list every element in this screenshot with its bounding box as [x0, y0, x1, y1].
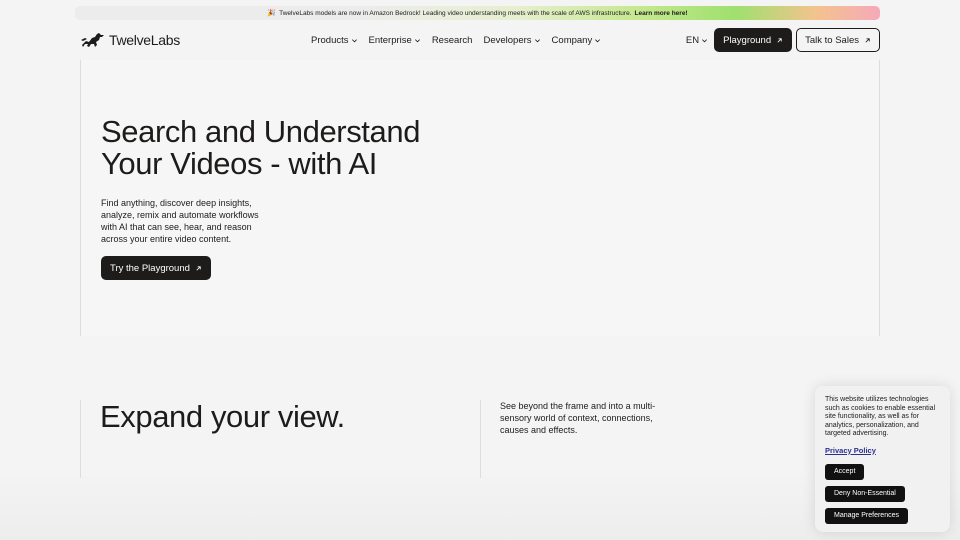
announcement-bar[interactable]: 🎉 TwelveLabs models are now in Amazon Be…	[75, 6, 880, 20]
brand-name: TwelveLabs	[109, 32, 180, 48]
announcement-link[interactable]: Learn more here!	[635, 10, 688, 17]
page: 🎉 TwelveLabs models are now in Amazon Be…	[0, 0, 960, 540]
arrow-up-right-icon	[196, 265, 201, 271]
hero-title: Search and Understand Your Videos - with…	[101, 116, 461, 180]
language-selector[interactable]: EN	[686, 35, 708, 46]
chevron-down-icon	[595, 38, 601, 42]
menu-item-label: Products	[311, 34, 349, 46]
nav-actions: EN Playground Talk to Sales	[686, 28, 880, 52]
expand-description: See beyond the frame and into a multi-se…	[500, 401, 656, 435]
menu-item-company[interactable]: Company	[552, 35, 602, 46]
chevron-down-icon	[414, 38, 420, 42]
hero-title-line-2: Your Videos - with AI	[101, 146, 377, 181]
hero-description: Find anything, discover deep insights, a…	[101, 198, 259, 244]
arrow-up-right-icon	[777, 37, 782, 43]
manage-preferences-button[interactable]: Manage Preferences	[825, 507, 908, 524]
hero-section: Search and Understand Your Videos - with…	[80, 60, 880, 336]
deny-non-essential-button[interactable]: Deny Non-Essential	[825, 485, 905, 502]
playground-button-label: Playground	[723, 34, 772, 46]
section-divider	[80, 400, 81, 478]
menu-item-products[interactable]: Products	[311, 35, 358, 46]
menu-item-research[interactable]: Research	[432, 35, 473, 46]
menu-item-label: Enterprise	[368, 34, 412, 46]
arrow-up-right-icon	[865, 37, 870, 43]
brand-logo[interactable]: TwelveLabs	[80, 30, 180, 50]
language-label: EN	[685, 34, 700, 46]
talk-to-sales-label: Talk to Sales	[805, 34, 859, 46]
section-divider	[480, 400, 481, 478]
try-playground-button[interactable]: Try the Playground	[101, 256, 211, 280]
running-horse-icon	[80, 31, 106, 49]
cookie-consent-panel: This website utilizes technologies such …	[815, 386, 950, 532]
chevron-down-icon	[534, 38, 540, 42]
expand-title: Expand your view.	[100, 399, 345, 434]
playground-button[interactable]: Playground	[714, 28, 793, 52]
party-emoji-icon: 🎉	[267, 10, 277, 17]
hero-title-line-1: Search and Understand	[101, 114, 421, 149]
menu-item-label: Research	[431, 34, 473, 46]
main-menu: Products Enterprise Research Developers …	[311, 28, 612, 52]
menu-item-label: Developers	[483, 34, 532, 46]
accept-button[interactable]: Accept	[825, 463, 865, 480]
talk-to-sales-button[interactable]: Talk to Sales	[796, 28, 880, 52]
chevron-down-icon	[351, 38, 357, 42]
menu-item-enterprise[interactable]: Enterprise	[369, 35, 421, 46]
try-playground-label: Try the Playground	[110, 262, 190, 274]
menu-item-label: Company	[551, 34, 593, 46]
privacy-policy-link[interactable]: Privacy Policy	[825, 446, 876, 455]
chevron-down-icon	[702, 38, 708, 42]
announcement-text: TwelveLabs models are now in Amazon Bedr…	[279, 9, 632, 17]
cookie-text: This website utilizes technologies such …	[825, 396, 936, 437]
menu-item-developers[interactable]: Developers	[483, 35, 540, 46]
expand-section: Expand your view. See beyond the frame a…	[80, 400, 880, 480]
cookie-buttons: Accept Deny Non-Essential Manage Prefere…	[825, 458, 940, 524]
top-nav: TwelveLabs Products Enterprise Research …	[80, 28, 880, 52]
